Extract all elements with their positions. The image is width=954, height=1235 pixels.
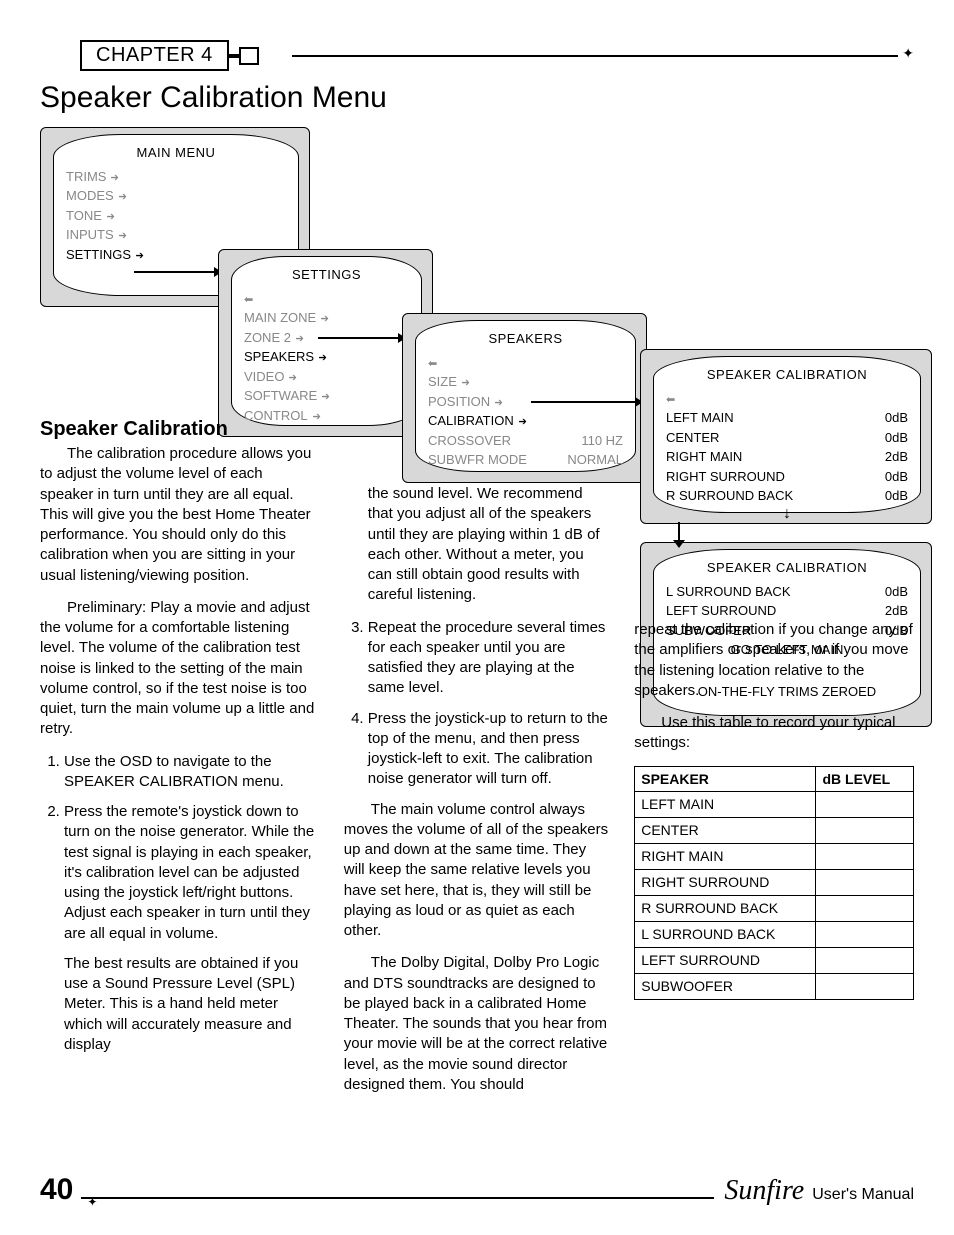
table-row: SUBWOOFER [635,973,914,999]
manual-label: User's Manual [812,1186,914,1204]
body-p1: The calibration procedure allows you to … [40,444,320,586]
body-content: Speaker Calibration The calibration proc… [40,490,914,1107]
cell-db [816,844,914,870]
cell-db [816,792,914,818]
brand-logo: Sunfire [724,1175,804,1207]
table-row: LEFT SURROUND [635,947,914,973]
cell-speaker: RIGHT SURROUND [635,870,816,896]
step-2c: the sound level. We recommend that you a… [368,484,610,606]
cell-db [816,973,914,999]
menu-item-size: SIZE [428,372,623,392]
back-arrow-icon [428,353,623,373]
main-menu-title: MAIN MENU [66,143,286,163]
settings-menu-box: SETTINGS MAIN ZONE ZONE 2 SPEAKERS VIDEO… [218,249,433,437]
table-row: RIGHT MAIN [635,844,914,870]
table-row: R SURROUND BACK [635,895,914,921]
star-icon: ✦ [902,45,914,62]
star-icon: ✦ [87,1195,97,1209]
step-1: Use the OSD to navigate to the SPEAKER C… [64,752,320,793]
cell-db [816,818,914,844]
body-p6: Use this table to record your typical se… [634,713,914,754]
step-4: Press the joystick-up to return to the t… [368,709,610,790]
th-speaker: SPEAKER [635,766,816,792]
menu-item-inputs: INPUTS [66,225,286,245]
back-arrow-icon [244,289,409,309]
cell-speaker: R SURROUND BACK [635,895,816,921]
table-row: RIGHT SURROUND [635,870,914,896]
cell-speaker: L SURROUND BACK [635,921,816,947]
link-arrow-icon [134,271,216,273]
cell-speaker: CENTER [635,818,816,844]
page-footer: 40 ✦ Sunfire User's Manual [40,1173,914,1207]
menu-item-software: SOFTWARE [244,386,409,406]
cell-speaker: LEFT MAIN [635,792,816,818]
chapter-rule [292,55,899,57]
table-row: L SURROUND BACK [635,921,914,947]
menu-item-mainzone: MAIN ZONE [244,308,409,328]
page-title: Speaker Calibration Menu [40,81,914,115]
th-db: dB LEVEL [816,766,914,792]
cell-speaker: RIGHT MAIN [635,844,816,870]
table-header-row: SPEAKER dB LEVEL [635,766,914,792]
link-arrow-icon [318,337,400,339]
menu-item-speakers: SPEAKERS [244,347,409,367]
page: CHAPTER 4 ✦ Speaker Calibration Menu MAI… [0,0,954,1235]
menu-item-tone: TONE [66,206,286,226]
body-p2: Preliminary: Play a movie and adjust the… [40,598,320,740]
cell-db [816,870,914,896]
link-arrow-icon [531,401,637,403]
body-p4: The Dolby Digital, Dolby Pro Logic and D… [344,953,610,1095]
step-2: Press the remote's joystick down to turn… [64,802,320,1055]
cell-db [816,921,914,947]
settings-menu-title: SETTINGS [244,265,409,285]
cell-speaker: SUBWOOFER [635,973,816,999]
calibration-menu-title-1: SPEAKER CALIBRATION [666,365,908,385]
step-2b: The best results are obtained if you use… [64,954,320,1055]
menu-item-modes: MODES [66,186,286,206]
menu-item-video: VIDEO [244,367,409,387]
chapter-label: CHAPTER 4 [80,40,229,71]
step-3: Repeat the procedure several times for e… [368,618,610,699]
menu-item-trims: TRIMS [66,167,286,187]
column-2: the sound level. We recommend that you a… [344,484,610,1107]
table-row: CENTER [635,818,914,844]
menu-item-control: CONTROL [244,406,409,426]
menu-item-calibration: CALIBRATION [428,411,623,431]
body-p5: repeat the calibration if you change any… [634,620,914,701]
column-1: The calibration procedure allows you to … [40,444,320,1107]
cell-speaker: LEFT SURROUND [635,947,816,973]
body-p3: The main volume control always moves the… [344,800,610,942]
speakers-menu-title: SPEAKERS [428,329,623,349]
back-arrow-icon [666,389,908,409]
footer-rule: ✦ [81,1197,714,1199]
page-number: 40 [40,1173,73,1207]
cell-db [816,895,914,921]
cal-item-leftmain: LEFT MAIN0dB [666,408,908,428]
step-2-text: Press the remote's joystick down to turn… [64,803,314,942]
cell-db [816,947,914,973]
chapter-ornament-icon [228,44,262,68]
section-heading: Speaker Calibration [40,418,228,441]
chapter-header: CHAPTER 4 ✦ [80,40,914,71]
table-row: LEFT MAIN [635,792,914,818]
column-3: repeat the calibration if you change any… [634,620,914,1107]
settings-table: SPEAKER dB LEVEL LEFT MAIN CENTER RIGHT … [634,766,914,1000]
